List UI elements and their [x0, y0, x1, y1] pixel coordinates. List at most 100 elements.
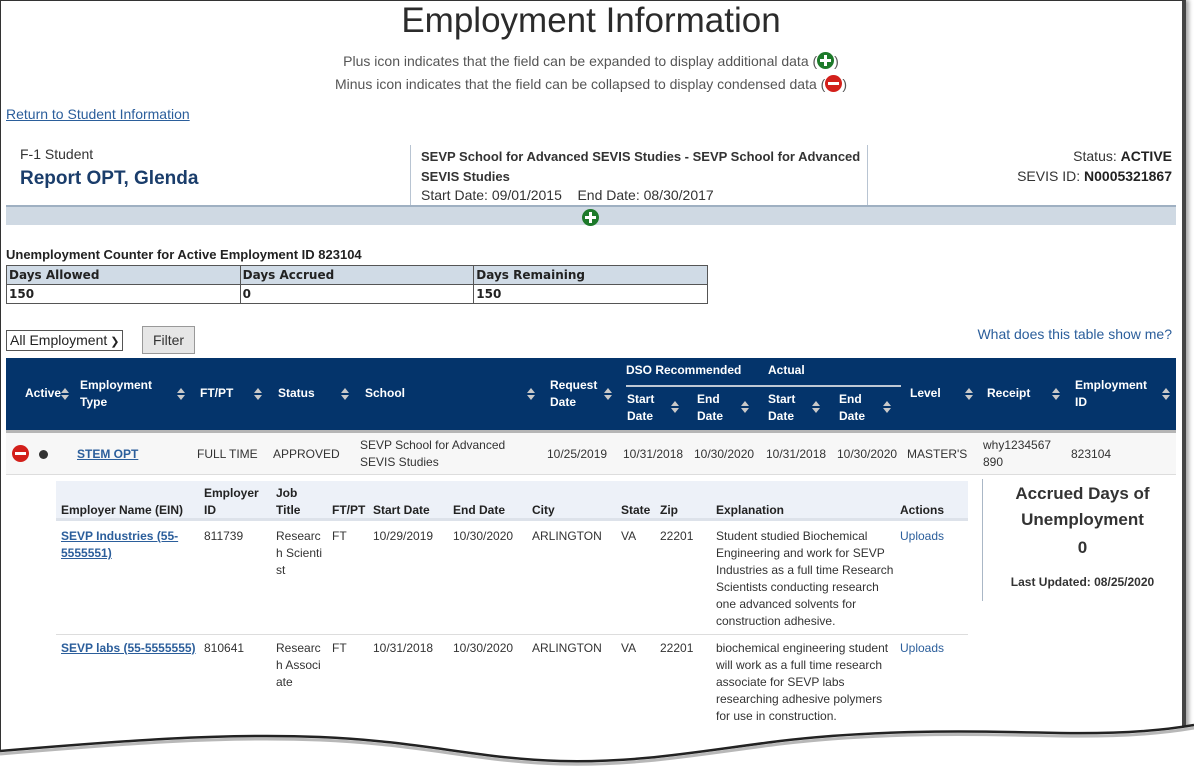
uploads-link[interactable]: Uploads — [900, 640, 944, 657]
start-date-label: Start Date: — [421, 187, 488, 203]
sort-icon[interactable] — [177, 388, 185, 402]
page-frame: Employment Information Plus icon indicat… — [0, 0, 1186, 781]
employment-filter-select[interactable]: All Employment ❯ — [6, 329, 124, 351]
active-indicator-dot — [39, 450, 48, 459]
table-help-link[interactable]: What does this table show me? — [977, 326, 1172, 342]
employment-type-link[interactable]: STEM OPT — [77, 446, 138, 463]
sort-icon[interactable] — [341, 388, 349, 402]
employer-row: SEVP Industries (55-5555551) 811739 Rese… — [56, 524, 968, 635]
employer-name-link[interactable]: SEVP labs (55-5555555) — [61, 640, 196, 657]
col-explanation: Explanation — [716, 503, 785, 517]
cell-job-title: Research Associate — [276, 641, 321, 689]
cell-zip: 22201 — [660, 641, 694, 655]
col-employment-id[interactable]: Employment ID — [1075, 377, 1155, 411]
status-value: ACTIVE — [1120, 148, 1172, 164]
accrued-unemployment-panel: Accrued Days of Unemployment 0 Last Upda… — [982, 479, 1182, 601]
group-divider — [626, 385, 901, 387]
plus-icon — [817, 52, 835, 69]
cell-city: ARLINGTON — [532, 529, 602, 543]
legend-paren: ) — [842, 76, 847, 92]
chevron-down-icon: ❯ — [110, 335, 120, 348]
col-zip: Zip — [660, 503, 678, 517]
employer-name-link[interactable]: SEVP Industries (55-5555551) — [61, 528, 191, 562]
col-emp-start: Start Date — [373, 503, 430, 517]
days-allowed-value: 150 — [6, 284, 241, 304]
cell-emp-ftpt: FT — [332, 641, 347, 655]
group-actual: Actual — [768, 363, 805, 377]
student-type: F-1 Student — [20, 146, 94, 162]
sort-icon[interactable] — [527, 388, 535, 402]
col-request-date[interactable]: Request Date — [550, 377, 605, 411]
cell-receipt: why1234567890 — [983, 438, 1052, 469]
col-dso-start[interactable]: Start Date — [627, 391, 667, 425]
sort-icon[interactable] — [883, 401, 891, 415]
return-to-student-link[interactable]: Return to Student Information — [6, 106, 190, 122]
group-dso-recommended: DSO Recommended — [626, 363, 742, 377]
select-value: All Employment — [10, 331, 108, 348]
sort-icon[interactable] — [1162, 388, 1170, 402]
expand-student-details-bar[interactable] — [6, 205, 1176, 226]
torn-page-edge — [0, 723, 1194, 781]
days-allowed-header: Days Allowed — [6, 265, 241, 285]
legend-paren: ) — [834, 53, 839, 69]
collapse-minus-icon[interactable] — [12, 445, 29, 462]
sort-icon[interactable] — [741, 401, 749, 415]
col-school[interactable]: School — [365, 385, 405, 402]
cell-employment-id: 823104 — [1071, 447, 1112, 461]
cell-employer-id: 810641 — [204, 641, 245, 655]
employers-table-header: Employer Name (EIN) Employer ID Job Titl… — [56, 481, 968, 521]
cell-status: APPROVED — [273, 447, 340, 461]
cell-state: VA — [621, 641, 637, 655]
col-actual-end[interactable]: End Date — [839, 391, 879, 425]
col-active[interactable]: Active — [25, 385, 61, 402]
cell-emp-end: 10/30/2020 — [453, 529, 514, 543]
col-state: State — [621, 503, 651, 517]
student-status: Status: ACTIVE SEVIS ID: N0005321867 — [1017, 146, 1172, 186]
col-dso-end[interactable]: End Date — [697, 391, 737, 425]
employment-row: STEM OPT FULL TIME APPROVED SEVP School … — [6, 433, 1176, 475]
cell-job-title: Research Scientist — [276, 529, 323, 577]
filter-button[interactable]: Filter — [141, 326, 196, 354]
sort-icon[interactable] — [965, 388, 973, 402]
col-city: City — [532, 503, 555, 517]
cell-dso-start: 10/31/2018 — [623, 447, 684, 461]
col-actions: Actions — [900, 503, 945, 517]
sort-icon[interactable] — [671, 401, 679, 415]
cell-request-date: 10/25/2019 — [547, 447, 608, 461]
col-actual-start[interactable]: Start Date — [768, 391, 808, 425]
expand-plus-icon[interactable] — [582, 209, 599, 226]
student-program: SEVP School for Advanced SEVIS Studies -… — [410, 145, 868, 205]
sort-icon[interactable] — [254, 388, 262, 402]
unemployment-counter-title: Unemployment Counter for Active Employme… — [6, 247, 362, 262]
accrued-last-updated: Last Updated: 08/25/2020 — [1010, 575, 1155, 589]
col-employment-type[interactable]: Employment Type — [80, 377, 170, 411]
sort-icon[interactable] — [812, 401, 820, 415]
col-emp-end: End Date — [453, 503, 506, 517]
student-name: Report OPT, Glenda — [20, 168, 199, 189]
cell-emp-ftpt: FT — [332, 529, 347, 543]
sort-icon[interactable] — [61, 388, 69, 402]
legend-plus-text: Plus icon indicates that the field can b… — [343, 53, 818, 69]
legend-plus-line: Plus icon indicates that the field can b… — [1, 52, 1181, 69]
col-ftpt[interactable]: FT/PT — [200, 385, 233, 402]
status-label: Status: — [1073, 148, 1117, 164]
cell-emp-end: 10/30/2020 — [453, 641, 514, 655]
sevis-id-value: N0005321867 — [1084, 168, 1172, 184]
days-accrued-header: Days Accrued — [239, 265, 475, 285]
start-date-value: 09/01/2015 — [491, 187, 562, 203]
col-emp-ftpt: FT/PT — [332, 503, 366, 517]
employment-table-header: Active Employment Type FT/PT Status Scho… — [6, 358, 1176, 430]
cell-employer-id: 811739 — [204, 529, 244, 543]
uploads-link[interactable]: Uploads — [900, 528, 944, 545]
filter-row: All Employment ❯ Filter — [6, 326, 196, 354]
days-remaining-header: Days Remaining — [473, 265, 708, 285]
cell-ftpt: FULL TIME — [197, 447, 258, 461]
sort-icon[interactable] — [604, 388, 612, 402]
col-receipt[interactable]: Receipt — [987, 385, 1030, 402]
days-remaining-value: 150 — [473, 284, 708, 304]
sort-icon[interactable] — [1052, 388, 1060, 402]
col-employer-name: Employer Name (EIN) — [61, 503, 184, 517]
legend-minus-text: Minus icon indicates that the field can … — [335, 76, 826, 92]
col-level[interactable]: Level — [910, 385, 941, 402]
col-status[interactable]: Status — [278, 385, 315, 402]
